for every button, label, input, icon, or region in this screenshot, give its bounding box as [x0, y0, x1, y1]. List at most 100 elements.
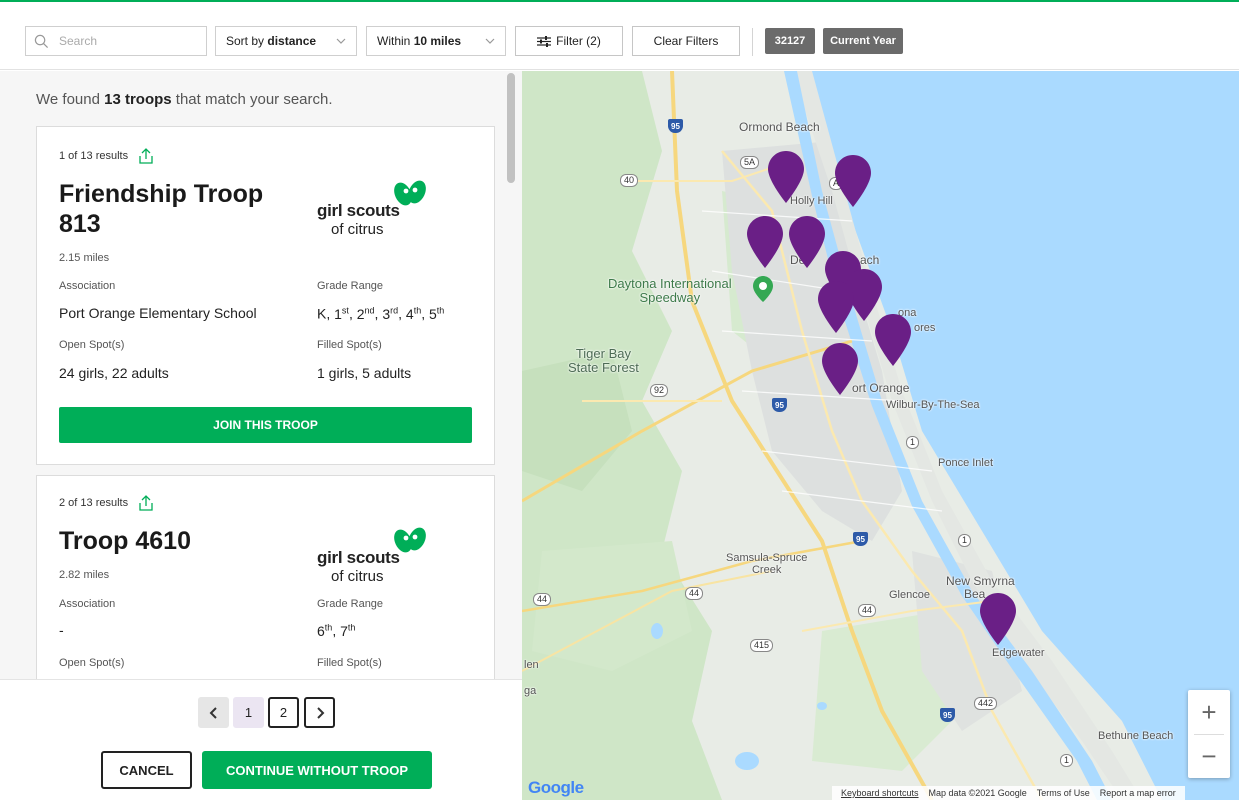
- clear-filters-label: Clear Filters: [653, 34, 719, 48]
- grade-suffix: nd: [364, 305, 375, 315]
- zoom-out-button[interactable]: −: [1188, 734, 1230, 778]
- map-view[interactable]: Ormond Beach Holly Hill De ach Daytona I…: [522, 71, 1239, 800]
- troop-map-pin[interactable]: [789, 216, 825, 268]
- road-shield: 44: [533, 593, 552, 606]
- continue-without-troop-button[interactable]: CONTINUE WITHOUT TROOP: [202, 751, 432, 789]
- road-shield: 1: [906, 436, 920, 449]
- keyboard-shortcuts-link[interactable]: Keyboard shortcuts: [841, 788, 919, 798]
- troop-finder-app: Sort by distance Within 10 miles Filter …: [0, 0, 1239, 800]
- search-input[interactable]: [59, 34, 199, 48]
- road-shield: 1: [958, 534, 972, 547]
- page-2-button[interactable]: 2: [268, 697, 299, 728]
- place-label-ormond-beach: Ormond Beach: [739, 120, 820, 134]
- place-label-bethune-beach: Bethune Beach: [1098, 730, 1174, 742]
- road-shield: 5A: [740, 156, 760, 169]
- place-label-new-smyrna: New Smyrna: [946, 574, 1015, 588]
- place-label-glencoe: Glencoe: [889, 589, 930, 601]
- troop-title: Friendship Troop 813: [59, 180, 264, 238]
- share-icon[interactable]: [138, 494, 154, 512]
- grade-separator: ,: [421, 305, 429, 322]
- interstate-shield: 95: [668, 119, 683, 133]
- grade-suffix: st: [341, 305, 349, 315]
- troop-map-pin[interactable]: [768, 151, 804, 203]
- map-data-text: Map data ©2021 Google: [928, 788, 1027, 798]
- troop-map-pin[interactable]: [835, 155, 871, 207]
- road-shield: 1: [1060, 754, 1074, 767]
- results-prefix: We found: [36, 91, 105, 108]
- place-label-len: len: [524, 659, 539, 671]
- logo-line-1: girl scouts: [317, 548, 400, 567]
- radius-select[interactable]: Within 10 miles: [366, 26, 506, 56]
- sort-select[interactable]: Sort by distance: [215, 26, 357, 56]
- zip-chip[interactable]: 32127: [765, 28, 815, 54]
- grade-range-label: Grade Range: [317, 280, 384, 292]
- troop-title: Troop 4610: [59, 527, 191, 555]
- prev-page-button[interactable]: [198, 697, 229, 728]
- results-footer: 1 2 CANCEL CONTINUE WITHOUT TROOP: [0, 679, 522, 800]
- troop-map-pin[interactable]: [875, 314, 911, 366]
- grade-suffix: rd: [390, 305, 399, 315]
- radius-prefix: Within: [377, 34, 414, 48]
- map-pin-icon: [789, 216, 825, 268]
- search-icon: [34, 34, 49, 48]
- road-shield: 442: [974, 697, 998, 710]
- logo-line-2: of citrus: [331, 221, 384, 238]
- grade-range-value: K, 1st, 2nd, 3rd, 4th, 5th: [317, 305, 444, 322]
- map-pin-icon: [822, 343, 858, 395]
- filter-sliders-icon: [537, 35, 552, 47]
- cancel-button[interactable]: CANCEL: [101, 751, 192, 789]
- troop-card: 1 of 13 results Friendship Troop 813 gir…: [36, 126, 495, 465]
- place-label-port-orange: ort Orange: [852, 381, 910, 395]
- terms-link[interactable]: Terms of Use: [1037, 788, 1090, 798]
- chevron-down-icon: [485, 38, 495, 44]
- grade-item: 4th: [405, 305, 422, 322]
- grade-item: 6th: [317, 622, 333, 639]
- grade-range-label: Grade Range: [317, 598, 384, 610]
- girl-scouts-logo: girl scouts of citrus: [317, 526, 437, 586]
- radius-select-label: Within 10 miles: [377, 34, 461, 48]
- association-value: Port Orange Elementary School: [59, 305, 257, 321]
- page-1-button[interactable]: 1: [233, 697, 264, 728]
- toolbar-divider: [752, 28, 753, 56]
- troop-map-pin[interactable]: [822, 343, 858, 395]
- results-panel[interactable]: We found 13 troops that match your searc…: [0, 71, 522, 800]
- share-icon[interactable]: [138, 147, 154, 165]
- report-error-link[interactable]: Report a map error: [1100, 788, 1176, 798]
- troop-map-pin[interactable]: [980, 593, 1016, 645]
- next-page-button[interactable]: [304, 697, 335, 728]
- interstate-shield: 95: [940, 708, 955, 722]
- logo-line-1: girl scouts: [317, 201, 400, 220]
- place-label-daytona-b: ach: [860, 253, 880, 267]
- place-label-tiger-bay: Tiger Bay State Forest: [568, 346, 639, 375]
- clear-filters-button[interactable]: Clear Filters: [632, 26, 740, 56]
- grade-separator: ,: [332, 622, 341, 639]
- zoom-in-button[interactable]: +: [1188, 690, 1230, 734]
- chevron-left-icon: [209, 706, 217, 719]
- map-attribution: Keyboard shortcuts Map data ©2021 Google…: [832, 786, 1185, 800]
- road-shield: 44: [685, 587, 704, 600]
- radius-value: 10 miles: [413, 34, 462, 48]
- place-label-wilbur: Wilbur-By-The-Sea: [886, 399, 980, 411]
- speedway-poi-icon[interactable]: [753, 276, 773, 302]
- filter-button[interactable]: Filter (2): [515, 26, 623, 56]
- result-count-text: 1 of 13 results: [59, 150, 129, 162]
- place-label-ga: ga: [524, 685, 537, 697]
- road-shield: 40: [620, 174, 639, 187]
- troop-map-pin[interactable]: [747, 216, 783, 268]
- results-scrollbar[interactable]: [507, 73, 515, 183]
- filled-spots-label: Filled Spot(s): [317, 339, 382, 351]
- map-pin-icon: [875, 314, 911, 366]
- map-pin-icon: [768, 151, 804, 203]
- filled-spots-value: 1 girls, 5 adults: [317, 365, 412, 381]
- filter-toolbar: Sort by distance Within 10 miles Filter …: [0, 0, 1239, 70]
- map-pin-icon: [835, 155, 871, 207]
- search-box[interactable]: [25, 26, 207, 56]
- google-logo: Google: [528, 778, 584, 797]
- year-chip[interactable]: Current Year: [823, 28, 903, 54]
- result-count: 2 of 13 results: [59, 494, 154, 512]
- join-troop-button[interactable]: JOIN THIS TROOP: [59, 407, 472, 443]
- grade-separator: ,: [398, 305, 406, 322]
- sort-prefix: Sort by: [226, 34, 268, 48]
- troop-map-pin[interactable]: [818, 281, 854, 333]
- grade-separator: ,: [348, 305, 357, 322]
